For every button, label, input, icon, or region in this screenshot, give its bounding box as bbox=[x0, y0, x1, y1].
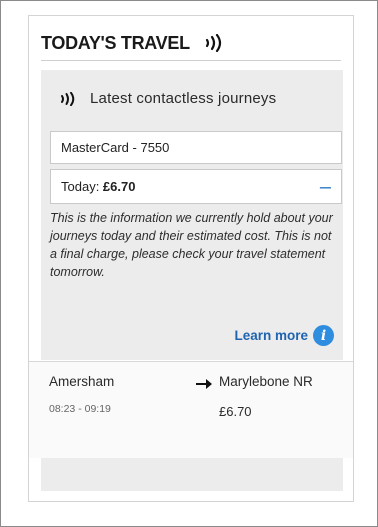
journey-destination: Marylebone NR bbox=[219, 374, 313, 389]
learn-more-link[interactable]: Learn more i bbox=[234, 325, 334, 346]
journey-fare: £6.70 bbox=[219, 404, 252, 419]
arrow-right-icon bbox=[196, 379, 212, 389]
panel-heading-text: Latest contactless journeys bbox=[90, 90, 277, 107]
contactless-icon bbox=[61, 91, 75, 106]
collapse-button[interactable]: – bbox=[320, 177, 331, 197]
today-total: Today: £6.70 bbox=[61, 179, 135, 194]
today-prefix: Today: bbox=[61, 179, 103, 194]
widget-footer bbox=[41, 458, 343, 491]
todays-travel-widget: TODAY'S TRAVEL Latest contactless journe… bbox=[28, 15, 354, 502]
page-frame: TODAY'S TRAVEL Latest contactless journe… bbox=[0, 0, 378, 527]
journey-row[interactable]: Amersham 08:23 - 09:19 Marylebone NR £6.… bbox=[29, 361, 353, 458]
contactless-icon bbox=[205, 34, 221, 52]
estimate-disclaimer: This is the information we currently hol… bbox=[50, 211, 333, 279]
learn-more-label: Learn more bbox=[234, 328, 308, 343]
payment-card-selector[interactable]: MasterCard - 7550 bbox=[50, 131, 342, 164]
journey-time: 08:23 - 09:19 bbox=[49, 403, 111, 415]
payment-card-label: MasterCard - 7550 bbox=[61, 140, 170, 155]
panel-heading: Latest contactless journeys bbox=[60, 90, 276, 107]
widget-header: TODAY'S TRAVEL bbox=[41, 26, 341, 61]
contactless-panel: Latest contactless journeys MasterCard -… bbox=[41, 70, 343, 360]
widget-title: TODAY'S TRAVEL bbox=[41, 32, 190, 53]
today-total-row[interactable]: Today: £6.70 – bbox=[50, 169, 342, 204]
journey-origin: Amersham bbox=[49, 374, 115, 389]
info-icon: i bbox=[313, 325, 334, 346]
today-amount: £6.70 bbox=[102, 179, 136, 194]
